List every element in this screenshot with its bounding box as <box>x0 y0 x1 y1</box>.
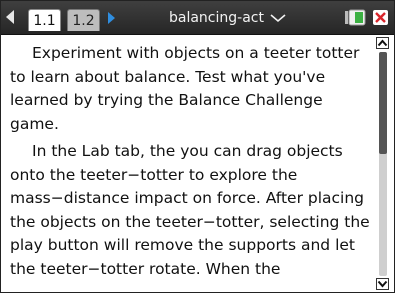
vertical-scrollbar[interactable] <box>375 37 391 291</box>
paragraph: In the Lab tab, the you can drag objects… <box>10 142 370 278</box>
tab-label: 1.1 <box>33 12 56 29</box>
chevron-up-icon <box>377 39 388 47</box>
close-icon[interactable] <box>373 10 388 25</box>
app-window: 1.1 1.2 balancing-act Experiment with ob… <box>0 0 395 293</box>
battery-icon <box>344 9 366 26</box>
notes-content[interactable]: Experiment with objects on a teeter tott… <box>10 42 370 292</box>
nav-forward-icon[interactable] <box>108 12 115 24</box>
chevron-down-icon <box>377 280 388 288</box>
document-title-menu[interactable]: balancing-act <box>169 8 286 28</box>
paragraph: Experiment with objects on a teeter tott… <box>10 44 360 133</box>
scroll-thumb[interactable] <box>379 52 387 154</box>
tab-label: 1.2 <box>72 12 95 29</box>
tab-1-1[interactable]: 1.1 <box>28 9 61 31</box>
document-title: balancing-act <box>169 10 264 26</box>
tab-1-2[interactable]: 1.2 <box>67 9 100 31</box>
scroll-up-button[interactable] <box>376 37 389 49</box>
chevron-down-icon <box>270 13 286 23</box>
nav-back-icon[interactable] <box>6 10 14 24</box>
scroll-down-button[interactable] <box>376 278 389 290</box>
title-bar: 1.1 1.2 balancing-act <box>1 1 394 35</box>
